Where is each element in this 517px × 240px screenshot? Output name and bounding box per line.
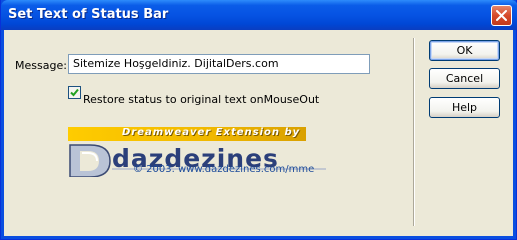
vertical-separator [413,38,415,226]
window-title: Set Text of Status Bar [8,7,169,22]
copyright-text: © 2003. www.dazdezines.com/mme [133,164,315,175]
restore-checkbox[interactable] [68,86,81,99]
cancel-button[interactable]: Cancel [429,68,500,89]
message-input[interactable]: Sitemize Hoşgeldiniz. DijitalDers.com [68,54,370,74]
help-button[interactable]: Help [429,97,500,118]
restore-checkbox-label[interactable]: Restore status to original text onMouseO… [83,93,319,106]
dialog-window: Set Text of Status Bar Message: Sitemize… [0,0,517,240]
ok-button[interactable]: OK [429,40,500,61]
close-button[interactable] [491,5,512,26]
dialog-body: Message: Sitemize Hoşgeldiniz. DijitalDe… [4,30,513,236]
message-label: Message: [15,59,67,72]
title-bar[interactable]: Set Text of Status Bar [1,0,517,30]
checkmark-icon [70,88,79,97]
close-icon [496,10,507,21]
